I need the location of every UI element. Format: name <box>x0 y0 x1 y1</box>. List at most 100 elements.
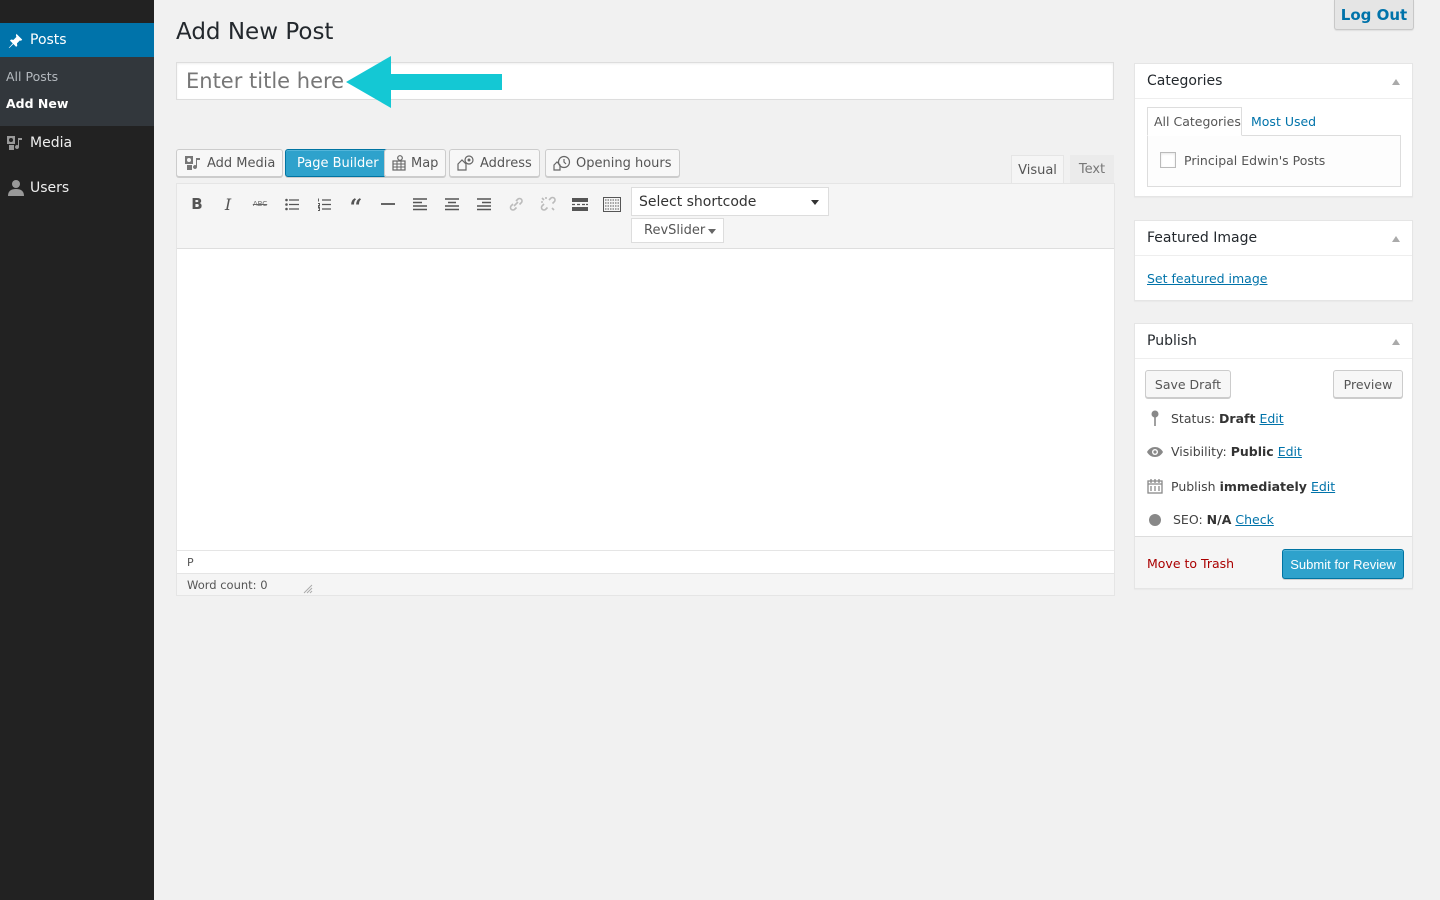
element-path[interactable]: P <box>187 556 194 569</box>
clock-icon <box>553 155 571 171</box>
collapse-arrow-icon[interactable] <box>1392 236 1400 242</box>
italic-icon: I <box>224 194 232 214</box>
sidebar-item-media[interactable]: Media <box>0 126 154 160</box>
opening-hours-button[interactable]: Opening hours <box>545 149 680 177</box>
insert-link-button[interactable] <box>503 191 529 217</box>
revslider-select-value: RevSlider <box>644 223 706 238</box>
status-value: Draft <box>1219 410 1256 426</box>
category-item[interactable]: Principal Edwin's Posts <box>1160 152 1325 168</box>
posts-submenu: All Posts Add New <box>0 57 154 126</box>
annotation-arrow-icon <box>346 56 502 108</box>
pin-icon <box>1145 410 1165 426</box>
title-field-wrapper <box>176 62 1114 100</box>
publish-actions: Move to Trash Submit for Review <box>1135 536 1412 588</box>
read-more-button[interactable] <box>567 191 593 217</box>
numbered-list-icon <box>318 198 331 211</box>
align-right-button[interactable] <box>471 191 497 217</box>
italic-button[interactable]: I <box>215 191 241 217</box>
schedule-label: Publish <box>1171 478 1216 494</box>
resize-handle-icon[interactable] <box>301 582 313 594</box>
strikethrough-button[interactable]: ABC <box>247 191 273 217</box>
shortcode-select[interactable]: Select shortcode <box>631 187 829 216</box>
status-row: Status: Draft Edit <box>1145 410 1284 426</box>
tab-visual[interactable]: Visual <box>1011 155 1064 184</box>
collapse-arrow-icon[interactable] <box>1392 79 1400 85</box>
read-more-icon <box>572 197 588 211</box>
shortcode-select-value: Select shortcode <box>639 193 757 210</box>
align-center-button[interactable] <box>439 191 465 217</box>
address-icon <box>457 155 475 171</box>
featured-image-header[interactable]: Featured Image <box>1135 221 1412 256</box>
pin-icon <box>0 31 30 49</box>
tab-all-categories[interactable]: All Categories <box>1147 107 1242 136</box>
horizontal-line-button[interactable] <box>375 191 401 217</box>
sidebar-item-label: Media <box>30 135 73 151</box>
page-builder-button[interactable]: Page Builder <box>285 149 391 177</box>
categories-box-header[interactable]: Categories <box>1135 64 1412 99</box>
link-icon <box>509 197 523 211</box>
sidebar-item-posts[interactable]: Posts <box>0 23 154 57</box>
map-button[interactable]: Map <box>384 149 447 177</box>
bold-button[interactable]: B <box>184 191 210 217</box>
move-to-trash-link[interactable]: Move to Trash <box>1147 556 1234 571</box>
align-left-button[interactable] <box>407 191 433 217</box>
set-featured-image-link[interactable]: Set featured image <box>1147 271 1267 286</box>
keyboard-icon <box>603 196 621 212</box>
edit-visibility-link[interactable]: Edit <box>1278 444 1302 459</box>
tab-text[interactable]: Text <box>1070 155 1114 184</box>
add-media-icon <box>184 155 202 171</box>
add-media-button[interactable]: Add Media <box>176 149 284 177</box>
bullet-list-button[interactable] <box>279 191 305 217</box>
editor-content-area[interactable] <box>177 250 1114 550</box>
logout-button[interactable]: Log Out <box>1334 0 1414 30</box>
sidebar-item-label: Users <box>30 180 70 196</box>
users-icon <box>0 179 30 197</box>
visibility-label: Visibility: <box>1171 444 1227 459</box>
page-builder-label: Page Builder <box>297 155 379 171</box>
unlink-icon <box>540 196 556 211</box>
submenu-all-posts[interactable]: All Posts <box>6 69 58 84</box>
save-draft-button[interactable]: Save Draft <box>1145 370 1231 398</box>
preview-button[interactable]: Preview <box>1333 370 1403 398</box>
category-checkbox[interactable] <box>1160 152 1176 168</box>
category-list: Principal Edwin's Posts <box>1147 135 1401 187</box>
seo-row: SEO: N/A Check <box>1145 512 1274 527</box>
remove-link-button[interactable] <box>535 191 561 217</box>
blockquote-icon: “ <box>349 195 363 221</box>
map-label: Map <box>411 155 439 171</box>
toolbar-toggle-button[interactable] <box>599 191 625 217</box>
submit-for-review-button[interactable]: Submit for Review <box>1282 549 1404 579</box>
sidebar-item-users[interactable]: Users <box>0 171 154 205</box>
revslider-select[interactable]: RevSlider <box>631 218 724 243</box>
categories-box: Categories All Categories Most Used Prin… <box>1134 63 1413 197</box>
schedule-row: Publish immediately Edit <box>1145 478 1335 494</box>
publish-header[interactable]: Publish <box>1135 324 1412 359</box>
sidebar-item-label: Posts <box>30 32 67 48</box>
edit-status-link[interactable]: Edit <box>1259 411 1283 426</box>
publish-title: Publish <box>1147 333 1197 349</box>
bullet-list-icon <box>285 198 299 210</box>
collapse-arrow-icon[interactable] <box>1392 339 1400 345</box>
tab-most-used[interactable]: Most Used <box>1245 107 1322 136</box>
word-count: Word count: 0 <box>187 577 268 592</box>
blockquote-button[interactable]: “ <box>343 191 369 221</box>
page-title: Add New Post <box>176 19 334 45</box>
post-title-input[interactable] <box>177 63 1113 99</box>
align-right-icon <box>477 197 491 210</box>
edit-schedule-link[interactable]: Edit <box>1311 479 1335 494</box>
address-button[interactable]: Address <box>449 149 540 177</box>
numbered-list-button[interactable] <box>311 191 337 217</box>
submenu-add-new[interactable]: Add New <box>6 96 68 111</box>
eye-icon <box>1145 446 1165 458</box>
category-label: Principal Edwin's Posts <box>1184 152 1326 168</box>
schedule-value: immediately <box>1219 478 1307 494</box>
chevron-down-icon <box>708 229 716 234</box>
map-icon <box>392 155 406 171</box>
bold-icon: B <box>191 195 203 213</box>
add-media-label: Add Media <box>207 155 276 171</box>
visibility-row: Visibility: Public Edit <box>1145 444 1302 459</box>
align-center-icon <box>445 197 459 210</box>
editor-path-bar: P <box>177 550 1114 573</box>
publish-box: Publish Save Draft Preview Status: Draft… <box>1134 323 1413 589</box>
seo-check-link[interactable]: Check <box>1235 512 1273 527</box>
